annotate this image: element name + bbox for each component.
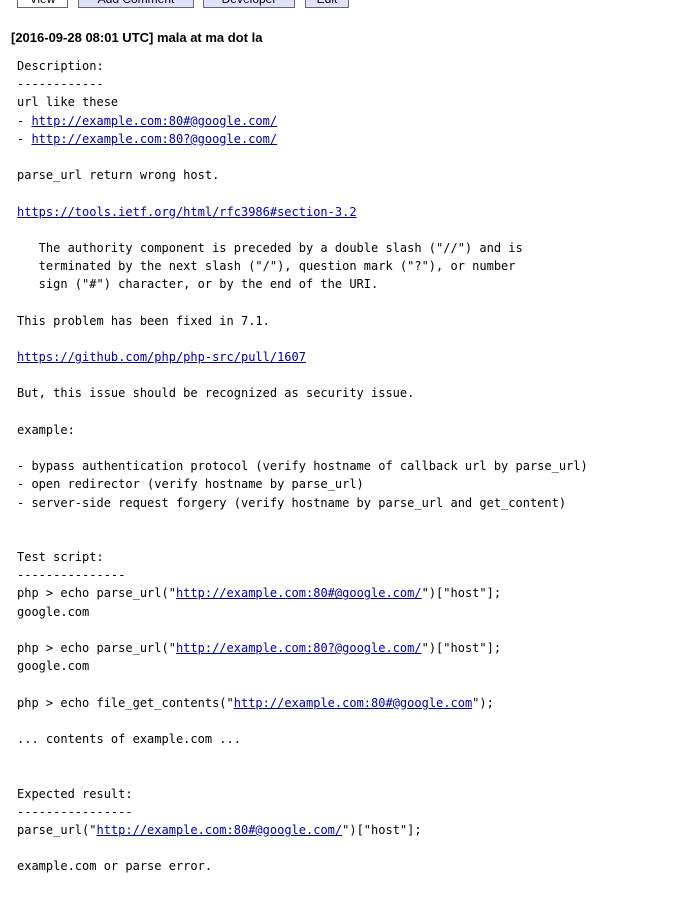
example-link-hash[interactable]: http://example.com:80#@google.com/ [31,114,277,128]
code-text: ")["host"]; [421,641,502,655]
quote-line: The authority component is preceded by a… [17,240,523,255]
quote-line: sign ("#") character, or by the end of t… [17,277,379,292]
code-text: php > echo file_get_contents(" [17,695,234,710]
text-line: parse_url return wrong host. [17,168,220,183]
comment-body: Description: ------------ url like these - … [17,57,588,875]
expected-code-link[interactable]: http://example.com:80#@google.com/ [96,823,342,837]
code-line: php > echo file_get_contents("http://exa… [17,694,588,712]
list-item: - http://example.com:80?@google.com/ [17,130,588,148]
text-line: url like these [17,95,119,110]
code-text: "); [472,695,494,710]
rfc3986-link[interactable]: https://tools.ietf.org/html/rfc3986#sect… [17,205,357,219]
text-line: example: [17,422,75,437]
expected-result-heading: Expected result: [17,786,133,801]
add-comment-tab[interactable]: Add Comment [78,0,194,8]
output-line: google.com [17,659,90,674]
comment-header: [2016-09-28 08:01 UTC] mala at ma dot la [11,30,263,45]
example-link-query[interactable]: http://example.com:80?@google.com/ [31,132,277,146]
code-line: parse_url("http://example.com:80#@google… [17,821,588,839]
code-link-file-get[interactable]: http://example.com:80#@google.com [234,696,472,710]
code-line: php > echo parse_url("http://example.com… [17,584,588,602]
quote-line: terminated by the next slash ("/"), ques… [17,259,516,274]
github-pull-link[interactable]: https://github.com/php/php-src/pull/1607 [17,350,306,364]
divider-line: ------------ [17,77,104,92]
view-tab[interactable]: View [17,0,68,8]
list-item: - http://example.com:80#@google.com/ [17,112,588,130]
code-line: php > echo parse_url("http://example.com… [17,639,588,657]
list-item: - open redirector (verify hostname by pa… [17,477,364,492]
developer-tab[interactable]: Developer [203,0,295,8]
code-text: ")["host"]; [342,822,422,837]
text-line: But, this issue should be recognized as … [17,386,415,401]
action-tabs: View Add Comment Developer Edit [0,0,698,10]
text-line: example.com or parse error. [17,859,213,874]
divider-line: --------------- [17,568,126,583]
edit-tab[interactable]: Edit [305,0,349,8]
code-text: php > echo parse_url(" [17,641,176,655]
code-link-query[interactable]: http://example.com:80?@google.com/ [176,641,422,655]
output-line: google.com [17,604,90,619]
list-item: - server-side request forgery (verify ho… [17,495,567,510]
bullet: - [17,131,32,146]
link-line: https://tools.ietf.org/html/rfc3986#sect… [17,203,588,221]
code-text: ")["host"]; [421,586,502,601]
bullet: - [17,113,32,128]
text-line: This problem has been fixed in 7.1. [17,313,270,328]
code-text: parse_url(" [17,822,97,837]
divider-line: ---------------- [17,804,133,819]
code-text: php > echo parse_url(" [17,586,176,601]
link-line: https://github.com/php/php-src/pull/1607 [17,348,588,366]
output-line: ... contents of example.com ... [17,731,241,746]
code-link-hash[interactable]: http://example.com:80#@google.com/ [176,586,422,600]
test-script-heading: Test script: [17,550,104,565]
description-heading: Description: [17,59,104,73]
list-item: - bypass authentication protocol (verify… [17,459,588,474]
